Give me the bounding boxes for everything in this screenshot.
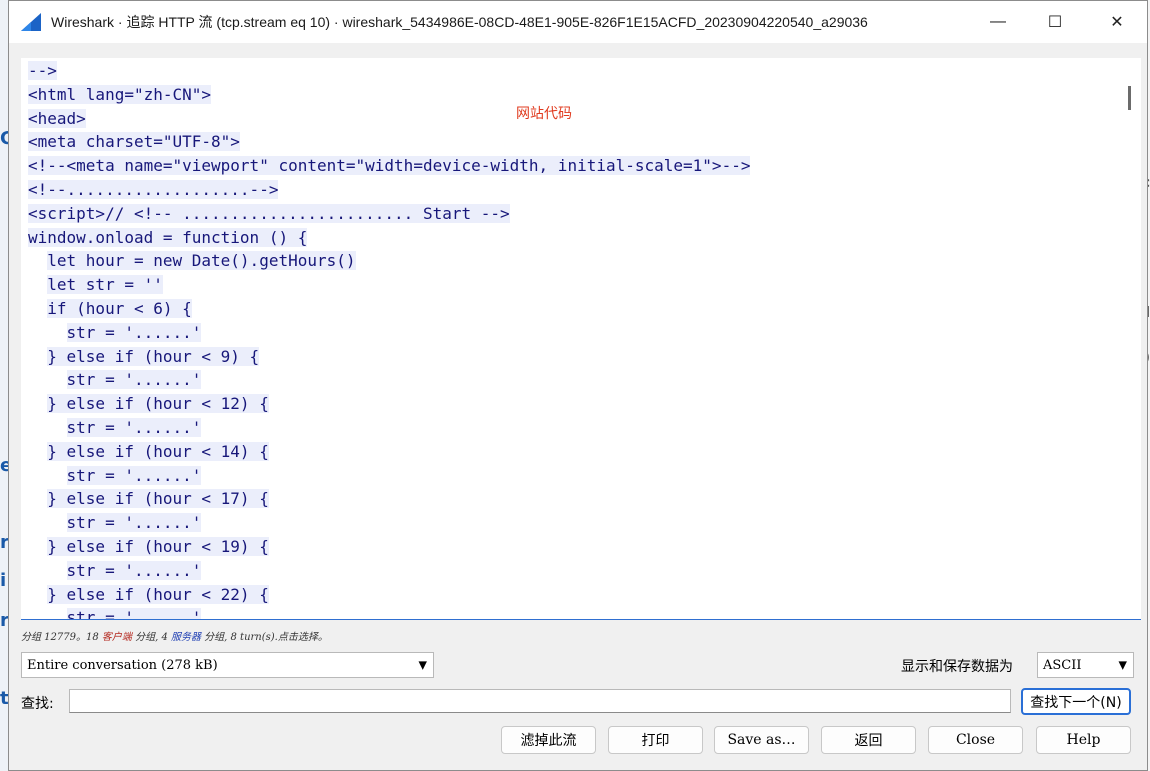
code-line-text: if (hour < 6) { xyxy=(47,298,192,318)
code-line-text: <meta charset="UTF-8"> xyxy=(28,132,240,152)
dropdown-arrow-icon: ▼ xyxy=(418,658,427,672)
code-line-text: } else if (hour < 9) { xyxy=(47,346,260,366)
save-as-button[interactable]: Save as… xyxy=(714,726,809,754)
code-line: str = '......' xyxy=(28,606,750,619)
conversation-select[interactable]: Entire conversation (278 kB) ▼ xyxy=(21,652,434,678)
code-line: } else if (hour < 17) { xyxy=(28,487,750,511)
code-line: <html lang="zh-CN"> xyxy=(28,83,750,107)
code-line: --> xyxy=(28,59,750,83)
find-next-button[interactable]: 查找下一个(N) xyxy=(1021,688,1131,715)
code-line-text: str = '......' xyxy=(66,465,202,485)
maximize-icon: ☐ xyxy=(1047,14,1063,31)
code-line-text: } else if (hour < 19) { xyxy=(47,536,269,556)
code-line-text: } else if (hour < 22) { xyxy=(47,584,269,604)
filter-out-stream-button[interactable]: 滤掉此流 xyxy=(501,726,596,754)
code-line: } else if (hour < 22) { xyxy=(28,583,750,607)
minimize-button[interactable]: — xyxy=(975,1,1021,43)
code-line: } else if (hour < 9) { xyxy=(28,345,750,369)
minimize-icon: — xyxy=(990,13,1006,30)
dropdown-arrow-icon: ▼ xyxy=(1118,658,1127,672)
code-line-text: let hour = new Date().getHours() xyxy=(47,251,356,271)
code-line: str = '......' xyxy=(28,368,750,392)
conversation-select-value: Entire conversation (278 kB) xyxy=(27,657,218,673)
code-line-text: window.onload = function () { xyxy=(28,227,308,247)
code-line-text: str = '......' xyxy=(66,608,202,619)
code-line-text: str = '......' xyxy=(66,513,202,533)
back-button[interactable]: 返回 xyxy=(821,726,916,754)
print-button[interactable]: 打印 xyxy=(608,726,703,754)
help-button[interactable]: Help xyxy=(1036,726,1131,754)
vertical-scrollbar[interactable] xyxy=(1119,58,1141,619)
stream-content-view[interactable]: --> <html lang="zh-CN"> <head> <meta charse… xyxy=(21,58,1141,620)
title-bar[interactable]: Wireshark · 追踪 HTTP 流 (tcp.stream eq 10)… xyxy=(9,1,1147,43)
code-line-text: } else if (hour < 12) { xyxy=(47,394,269,414)
close-window-button[interactable]: ✕ xyxy=(1094,1,1140,43)
code-line-text: str = '......' xyxy=(66,560,202,580)
close-button[interactable]: Close xyxy=(928,726,1023,754)
code-line: window.onload = function () { xyxy=(28,226,750,250)
code-line-text: str = '......' xyxy=(66,322,202,342)
code-line-text: } else if (hour < 17) { xyxy=(47,489,269,509)
follow-http-stream-dialog: Wireshark · 追踪 HTTP 流 (tcp.stream eq 10)… xyxy=(8,0,1148,771)
code-line: <head> xyxy=(28,107,750,131)
code-line: } else if (hour < 14) { xyxy=(28,440,750,464)
code-line: str = '......' xyxy=(28,511,750,535)
close-icon: ✕ xyxy=(1110,14,1124,31)
code-line-text: let str = '' xyxy=(47,275,163,295)
status-server-label: 服务器 xyxy=(170,632,201,643)
code-line: } else if (hour < 12) { xyxy=(28,392,750,416)
code-line: if (hour < 6) { xyxy=(28,297,750,321)
background-glyph: i xyxy=(0,570,7,591)
code-line: str = '......' xyxy=(28,464,750,488)
code-line: str = '......' xyxy=(28,416,750,440)
code-line-text: } else if (hour < 14) { xyxy=(47,441,269,461)
maximize-button[interactable]: ☐ xyxy=(1032,1,1078,43)
code-line: str = '......' xyxy=(28,559,750,583)
scrollbar-thumb[interactable] xyxy=(1128,86,1131,110)
code-line-text: <script>// <!-- ........................… xyxy=(28,203,510,223)
status-suffix: 分组, 8 turn(s).点击选择。 xyxy=(200,632,328,643)
status-prefix: 分组 12779。18 xyxy=(21,632,102,643)
stream-text[interactable]: --> <html lang="zh-CN"> <head> <meta charse… xyxy=(28,59,751,619)
code-line: <script>// <!-- ........................… xyxy=(28,202,750,226)
code-line-text: str = '......' xyxy=(66,417,202,437)
code-line: <!--...................--> xyxy=(28,178,750,202)
code-line: <meta charset="UTF-8"> xyxy=(28,130,750,154)
code-line: <!--<meta name="viewport" content="width… xyxy=(28,154,751,178)
code-line: let str = '' xyxy=(28,273,750,297)
wireshark-fin-icon xyxy=(21,13,41,31)
code-line-text: --> xyxy=(28,61,57,80)
show-save-as-label: 显示和保存数据为 xyxy=(901,659,1013,675)
window-title: Wireshark · 追踪 HTTP 流 (tcp.stream eq 10)… xyxy=(51,14,868,30)
annotation-label: 网站代码 xyxy=(516,106,572,122)
code-line-text: str = '......' xyxy=(66,370,202,390)
code-line-text: <!--...................--> xyxy=(28,179,279,199)
code-line: str = '......' xyxy=(28,321,750,345)
encoding-select-value: ASCII xyxy=(1043,657,1082,673)
code-line: } else if (hour < 19) { xyxy=(28,535,750,559)
code-line-text: <!--<meta name="viewport" content="width… xyxy=(28,156,751,176)
background-window-left-edge xyxy=(0,0,8,771)
encoding-select[interactable]: ASCII ▼ xyxy=(1037,652,1134,678)
code-line: let hour = new Date().getHours() xyxy=(28,249,750,273)
status-client-label: 客户端 xyxy=(101,632,132,643)
stream-status-text[interactable]: 分组 12779。18 客户端 分组, 4 服务器 分组, 8 turn(s).… xyxy=(21,628,328,643)
find-label: 查找: xyxy=(21,696,54,712)
find-input[interactable] xyxy=(69,689,1011,713)
code-line-text: <html lang="zh-CN"> xyxy=(28,84,212,104)
code-line-text: <head> xyxy=(28,108,86,128)
status-middle: 分组, 4 xyxy=(131,632,171,643)
